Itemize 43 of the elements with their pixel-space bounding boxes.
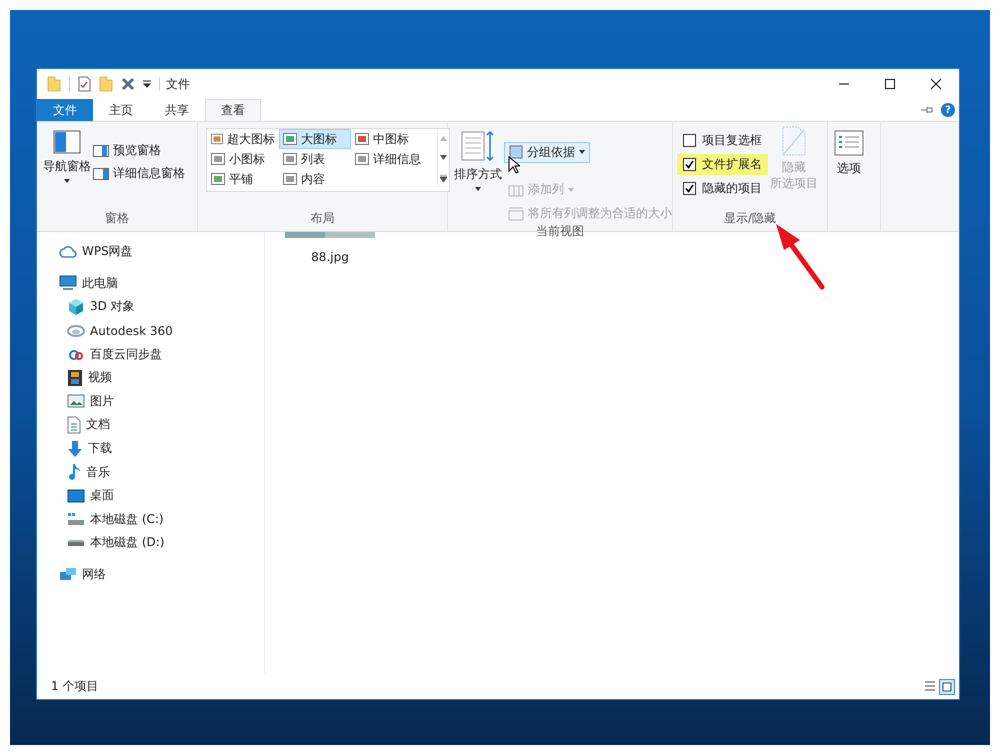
file-name[interactable]: 88.jpg — [311, 250, 349, 264]
navigation-pane-button[interactable]: 导航窗格 — [41, 126, 93, 209]
checkbox[interactable]: 文件扩展名 — [677, 154, 768, 175]
checkbox[interactable]: 项目复选框 — [677, 130, 768, 151]
sidebar-item[interactable]: 3D 对象 — [37, 295, 264, 319]
sidebar-item[interactable]: 百度云同步盘 — [37, 342, 264, 366]
details-pane-button[interactable]: 详细信息窗格 — [93, 165, 185, 182]
group-label: 窗格 — [104, 210, 130, 227]
sidebar-item[interactable]: 网络 — [37, 562, 264, 586]
help-button[interactable]: ? — [941, 103, 955, 117]
sidebar-item[interactable]: 本地磁盘 (D:) — [37, 531, 264, 555]
sidebar-item[interactable]: WPS网盘 — [37, 240, 264, 264]
sidebar-item[interactable]: 本地磁盘 (C:) — [37, 508, 264, 532]
group-by-button[interactable]: 分组依据 — [504, 142, 590, 162]
window-title: 文件 — [166, 76, 190, 92]
sidebar-item[interactable]: 文档 — [37, 413, 264, 437]
layout-option[interactable]: 超大图标 — [207, 129, 279, 149]
layout-option[interactable]: 列表 — [279, 149, 351, 169]
layout-option[interactable]: 详细信息 — [351, 149, 437, 169]
checkbox[interactable]: 隐藏的项目 — [677, 178, 768, 199]
group-label: 布局 — [310, 210, 336, 227]
layout-option[interactable]: 中图标 — [351, 129, 437, 149]
layout-option[interactable]: 大图标 — [279, 129, 351, 149]
layout-option[interactable]: 小图标 — [207, 149, 279, 169]
item-count: 1 个项目 — [51, 678, 98, 695]
sidebar-item[interactable]: 视频 — [37, 366, 264, 390]
group-label: 当前视图 — [535, 223, 585, 240]
layout-option[interactable]: 平铺 — [207, 169, 279, 189]
sort-by-button[interactable]: 排序方式 — [452, 126, 504, 222]
group-label: 显示/隐藏 — [722, 210, 778, 227]
layout-option[interactable]: 内容 — [279, 169, 351, 189]
preview-pane-button[interactable]: 预览窗格 — [93, 142, 185, 159]
sidebar-item[interactable]: Autodesk 360 — [37, 318, 264, 342]
ribbon-tab[interactable]: 共享 — [149, 99, 205, 121]
sidebar-item[interactable]: 图片 — [37, 390, 264, 414]
sidebar-item[interactable]: 下载 — [37, 436, 264, 460]
sidebar-item[interactable]: 桌面 — [37, 484, 264, 508]
options-button[interactable]: 选项 — [832, 126, 866, 231]
ribbon-tab[interactable]: 文件 — [37, 99, 93, 121]
ribbon-tab[interactable]: 查看 — [205, 99, 261, 121]
ribbon-tab[interactable]: 主页 — [93, 99, 149, 121]
sidebar-item[interactable]: 音乐 — [37, 460, 264, 484]
sidebar-item[interactable]: 此电脑 — [37, 272, 264, 296]
